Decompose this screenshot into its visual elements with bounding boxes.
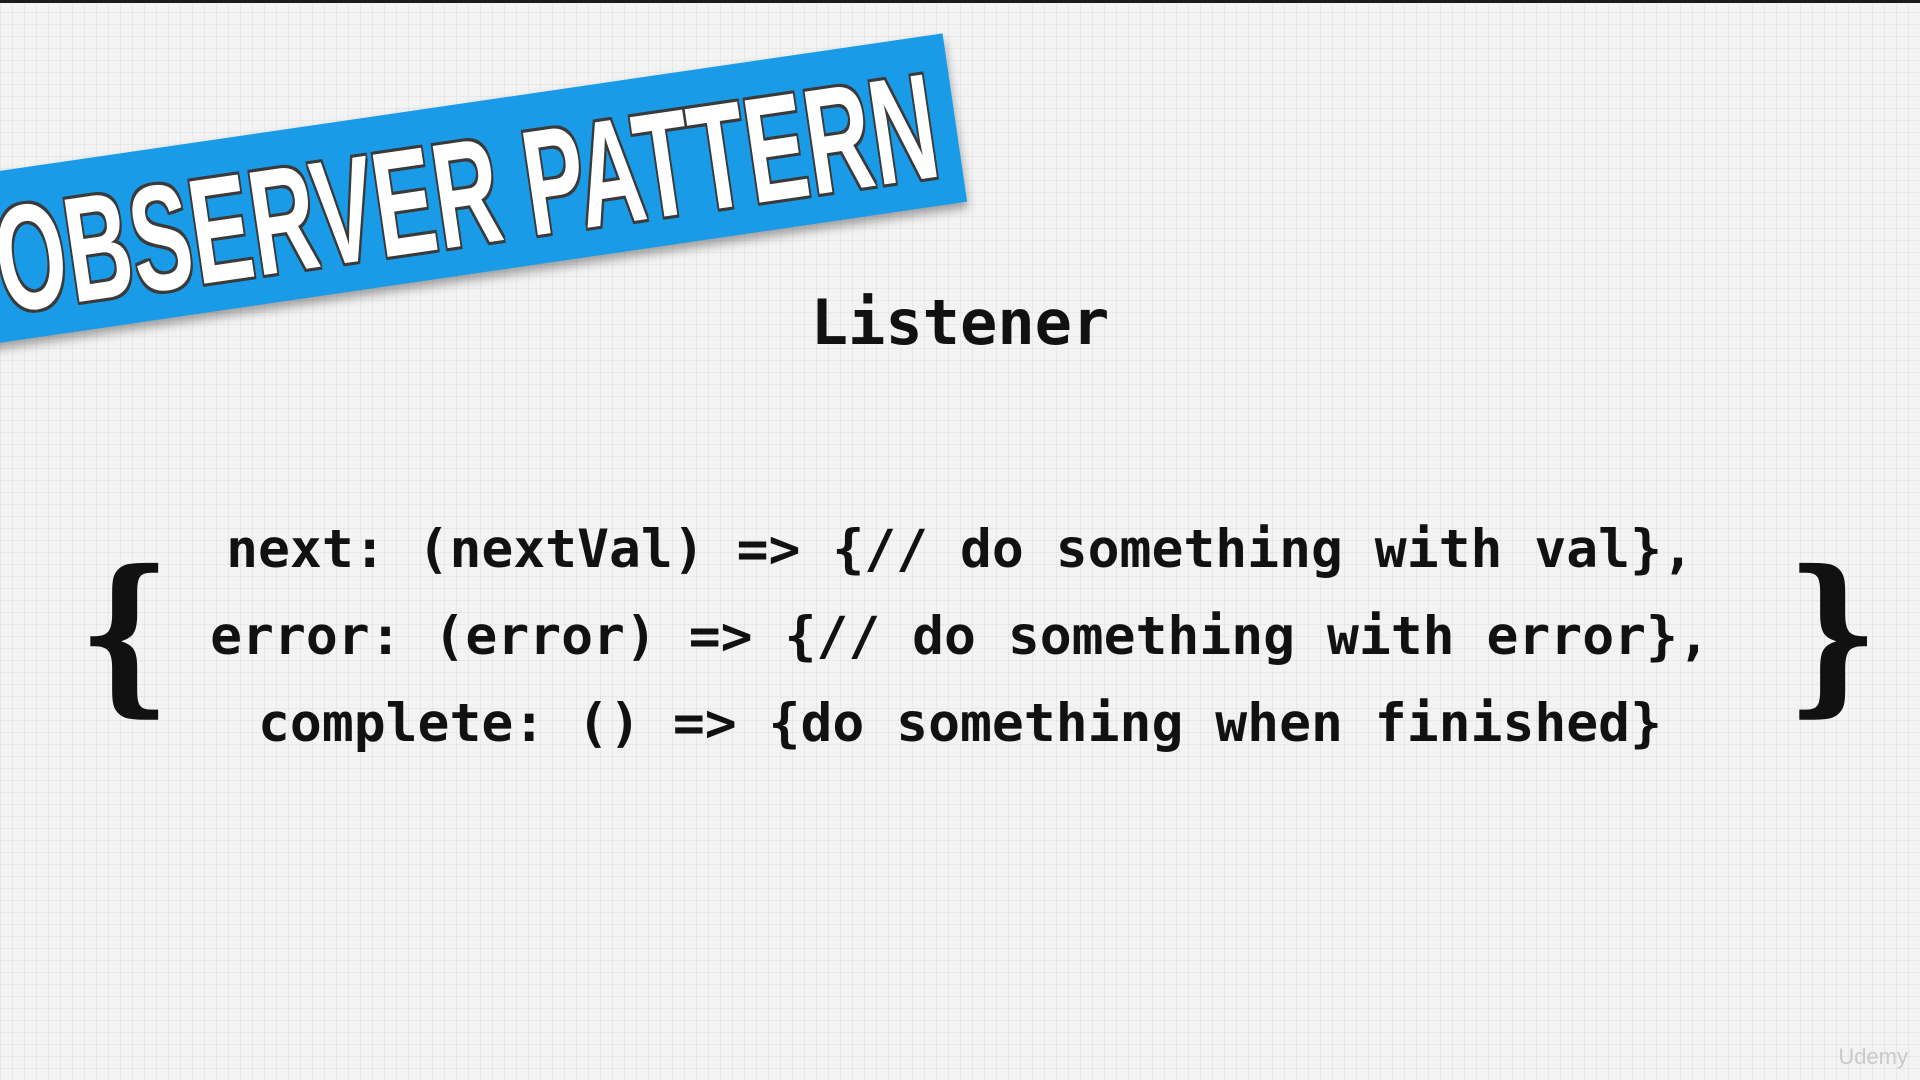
code-line-next: next: (nextVal) => {// do something with… [226, 519, 1694, 580]
code-line-error: error: (error) => {// do something with … [210, 606, 1710, 667]
top-rule [0, 0, 1920, 3]
udemy-watermark: Udemy [1838, 1044, 1908, 1069]
close-brace: } [1786, 533, 1880, 733]
slide-subtitle: Listener [0, 292, 1920, 354]
listener-code-block: next: (nextVal) => {// do something with… [140, 506, 1780, 767]
subtitle-text: Listener [810, 286, 1110, 359]
code-line-complete: complete: () => {do something when finis… [258, 693, 1662, 754]
